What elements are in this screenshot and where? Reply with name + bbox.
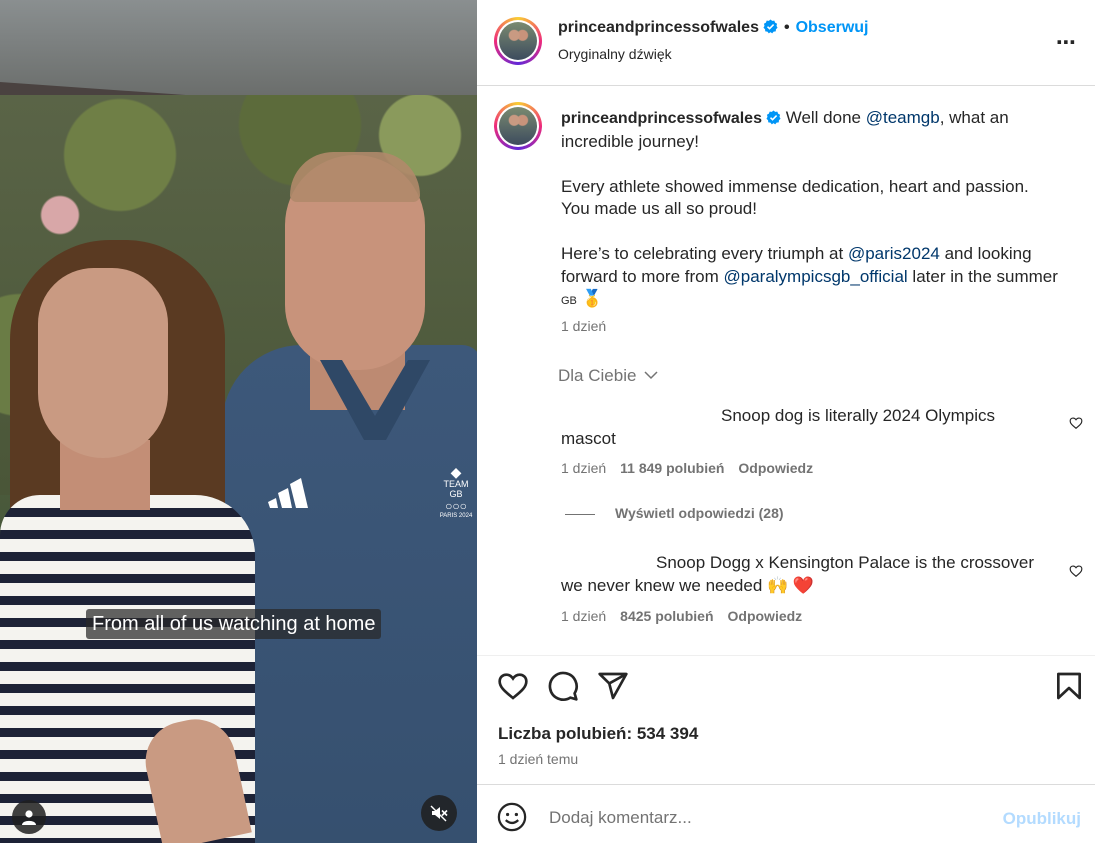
post-comments-area[interactable]: princeandprincessofwales Well done @team… — [477, 85, 1095, 656]
original-audio-link[interactable]: Oryginalny dźwięk — [558, 46, 672, 62]
comment-text: Snoop dog is literally 2024 Olympics mas… — [561, 406, 996, 448]
avatar-photo — [499, 22, 537, 60]
caption-text-segment: Well done — [785, 108, 866, 127]
lion-icon: ◆ — [450, 464, 462, 480]
gb-flag-emoji: GB — [561, 295, 577, 307]
publish-comment-button[interactable]: Opublikuj — [1003, 809, 1081, 829]
user-icon — [22, 810, 36, 825]
comment-like-heart-icon[interactable] — [1069, 416, 1083, 430]
team-gb-logo: ◆ TEAM GB ○○○ PARIS 2024 — [436, 465, 476, 535]
post-details-panel: princeandprincessofwales • Obserwuj Orygi… — [477, 0, 1095, 843]
verified-badge-icon — [763, 19, 778, 34]
save-bookmark-icon[interactable] — [1053, 670, 1085, 702]
paris-2024-text: PARIS 2024 — [439, 513, 473, 519]
post-header: princeandprincessofwales • Obserwuj Orygi… — [477, 0, 1095, 86]
likes-count-link[interactable]: Liczba polubień: 534 394 — [498, 724, 698, 744]
video-subtitle: From all of us watching at home — [86, 609, 382, 639]
comment-sort-label: Dla Ciebie — [558, 366, 637, 385]
speaker-muted-icon — [430, 805, 448, 822]
mention-teamgb-link[interactable]: @teamgb — [866, 108, 940, 127]
add-comment-form: Opublikuj — [477, 784, 1095, 844]
comment-sort-dropdown[interactable]: Dla Ciebie — [558, 366, 659, 386]
post-caption: princeandprincessofwales Well done @team… — [561, 107, 1061, 313]
replies-divider — [565, 513, 595, 515]
caption-author-avatar[interactable] — [494, 102, 542, 150]
comment-likes-count[interactable]: 8425 polubień — [620, 608, 713, 624]
comment-bubble-icon[interactable] — [547, 670, 579, 702]
team-gb-text: TEAM GB — [443, 479, 469, 499]
chevron-down-icon — [644, 371, 658, 380]
comment-like-heart-icon[interactable] — [1069, 564, 1083, 578]
author-username-link[interactable]: princeandprincessofwales — [558, 19, 759, 36]
comment-time[interactable]: 1 dzień — [561, 608, 606, 624]
caption-text-segment: later in the summer — [907, 266, 1058, 286]
tagged-users-button[interactable] — [12, 800, 46, 834]
caption-timestamp[interactable]: 1 dzień — [561, 318, 606, 334]
gold-medal-emoji: 🥇 — [581, 289, 603, 308]
author-line: princeandprincessofwales • Obserwuj — [558, 19, 868, 37]
comment-text: Snoop Dogg x Kensington Palace is the cr… — [561, 553, 1035, 595]
comment-time[interactable]: 1 dzień — [561, 460, 606, 476]
video-person-right-hair — [290, 152, 420, 202]
caption-author-username[interactable]: princeandprincessofwales — [561, 110, 762, 127]
follow-button[interactable]: Obserwuj — [796, 19, 869, 36]
video-background-roof — [0, 0, 477, 95]
comment-likes-count[interactable]: 11 849 polubień — [620, 460, 724, 476]
caption-text-segment: Every athlete showed immense dedication,… — [561, 176, 1029, 219]
comment-input[interactable] — [547, 802, 991, 834]
post-timestamp[interactable]: 1 dzień temu — [498, 751, 578, 767]
video-player[interactable]: ◆ TEAM GB ○○○ PARIS 2024 From all of us … — [0, 0, 477, 843]
comment-reply-button[interactable]: Odpowiedz — [738, 460, 813, 476]
like-heart-icon[interactable] — [497, 670, 529, 702]
share-send-icon[interactable] — [597, 670, 629, 702]
author-avatar[interactable] — [494, 17, 542, 65]
verified-badge-icon — [766, 110, 781, 125]
more-options-icon[interactable]: ⋯ — [1056, 30, 1077, 55]
video-person-right-shirt — [222, 345, 477, 843]
comment-item: Snoop Dogg x Kensington Palace is the cr… — [561, 552, 1041, 597]
comment-meta: 1 dzień 11 849 polubień Odpowiedz — [561, 460, 827, 476]
video-person-left-face — [38, 268, 168, 458]
view-replies-button[interactable]: Wyświetl odpowiedzi (28) — [565, 505, 784, 521]
adidas-logo-icon — [268, 478, 308, 508]
caption-text-segment: Here’s to celebrating every triumph at — [561, 244, 848, 263]
mute-button[interactable] — [421, 795, 457, 831]
comment-item: Snoop dog is literally 2024 Olympics mas… — [561, 405, 1041, 450]
comment-meta: 1 dzień 8425 polubień Odpowiedz — [561, 608, 816, 624]
mention-paralympicsgb-link[interactable]: @paralympicsgb_official — [724, 267, 908, 286]
avatar-photo — [499, 107, 537, 145]
view-replies-label: Wyświetl odpowiedzi (28) — [615, 505, 784, 521]
mention-paris2024-link[interactable]: @paris2024 — [848, 244, 940, 263]
separator-dot: • — [783, 19, 790, 36]
olympic-rings-icon: ○○○ — [445, 499, 467, 513]
emoji-smiley-icon[interactable] — [497, 802, 527, 832]
comment-reply-button[interactable]: Odpowiedz — [728, 608, 803, 624]
post-actions-bar — [477, 670, 1095, 706]
